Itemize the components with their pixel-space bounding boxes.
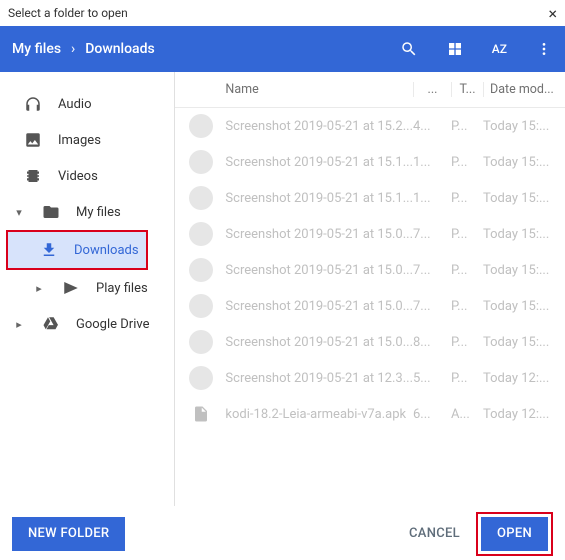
chevron-right-icon: ›: [71, 41, 75, 57]
file-row[interactable]: kodi-18.2-Leia-armeabi-v7a.apk6...A...To…: [175, 396, 565, 432]
breadcrumb-root[interactable]: My files: [12, 41, 61, 57]
headphones-icon: [24, 95, 42, 113]
thumbnail-icon: [189, 114, 213, 138]
thumbnail-icon: [189, 222, 213, 246]
more-vert-icon[interactable]: [535, 40, 553, 58]
col-size[interactable]: ...: [413, 82, 451, 97]
file-row[interactable]: Screenshot 2019-05-21 at 15.0...7...P...…: [175, 288, 565, 324]
sidebar-item-gdrive[interactable]: ▸ Google Drive: [0, 306, 174, 342]
cell-type: P...: [451, 371, 483, 386]
sidebar-item-images[interactable]: Images: [0, 122, 174, 158]
breadcrumb-current[interactable]: Downloads: [85, 41, 154, 57]
cell-size: 4...: [413, 119, 451, 134]
cell-name: kodi-18.2-Leia-armeabi-v7a.apk: [225, 407, 413, 422]
file-row[interactable]: Screenshot 2019-05-21 at 12.3...5...P...…: [175, 360, 565, 396]
sort-button[interactable]: AZ: [492, 42, 507, 56]
cell-type: P...: [451, 335, 483, 350]
video-icon: [24, 167, 42, 185]
file-row[interactable]: Screenshot 2019-05-21 at 15.1...1...P...…: [175, 144, 565, 180]
chevron-right-icon[interactable]: ▸: [12, 318, 26, 331]
thumbnail-icon: [189, 258, 213, 282]
sidebar-item-label: Videos: [58, 169, 98, 184]
cell-type: P...: [451, 155, 483, 170]
drive-icon: [42, 315, 60, 333]
sidebar-item-videos[interactable]: Videos: [0, 158, 174, 194]
sidebar-item-label: Play files: [96, 281, 148, 296]
thumbnail-icon: [189, 330, 213, 354]
col-date[interactable]: Date mod...: [483, 82, 557, 97]
cell-size: 7...: [413, 227, 451, 242]
cell-name: Screenshot 2019-05-21 at 15.1...: [225, 191, 413, 206]
sidebar-item-label: My files: [76, 205, 121, 220]
cell-type: P...: [451, 227, 483, 242]
file-row[interactable]: Screenshot 2019-05-21 at 15.0...7...P...…: [175, 252, 565, 288]
sidebar-item-label: Audio: [58, 97, 91, 112]
file-row[interactable]: Screenshot 2019-05-21 at 15.0...8...P...…: [175, 324, 565, 360]
cell-size: 7...: [413, 263, 451, 278]
cell-name: Screenshot 2019-05-21 at 12.3...: [225, 371, 413, 386]
cell-size: 6...: [413, 407, 451, 422]
close-icon[interactable]: ×: [548, 4, 557, 23]
cell-name: Screenshot 2019-05-21 at 15.2...: [225, 119, 413, 134]
grid-view-icon[interactable]: [446, 40, 464, 58]
file-icon: [189, 402, 213, 426]
cell-date: Today 12:...: [483, 371, 557, 386]
cell-date: Today 15:...: [483, 119, 557, 134]
cell-size: 1...: [413, 155, 451, 170]
cell-date: Today 15:...: [483, 335, 557, 350]
sidebar-item-label: Google Drive: [76, 317, 149, 332]
cell-name: Screenshot 2019-05-21 at 15.0...: [225, 227, 413, 242]
new-folder-button[interactable]: NEW FOLDER: [12, 517, 125, 551]
thumbnail-icon: [189, 366, 213, 390]
cell-type: A...: [451, 407, 483, 422]
cell-size: 1...: [413, 191, 451, 206]
file-row[interactable]: Screenshot 2019-05-21 at 15.2...4...P...…: [175, 108, 565, 144]
cell-name: Screenshot 2019-05-21 at 15.0...: [225, 299, 413, 314]
col-type[interactable]: T...: [451, 82, 483, 97]
breadcrumb: My files › Downloads: [12, 41, 400, 57]
sidebar-item-myfiles[interactable]: ▾ My files: [0, 194, 174, 230]
cell-date: Today 15:...: [483, 191, 557, 206]
cell-type: P...: [451, 119, 483, 134]
cell-date: Today 12:...: [483, 407, 557, 422]
image-icon: [24, 131, 42, 149]
thumbnail-icon: [189, 186, 213, 210]
cell-date: Today 15:...: [483, 227, 557, 242]
sidebar-item-downloads[interactable]: Downloads: [8, 232, 146, 268]
chevron-down-icon[interactable]: ▾: [12, 206, 26, 219]
cell-date: Today 15:...: [483, 299, 557, 314]
cell-type: P...: [451, 299, 483, 314]
thumbnail-icon: [189, 294, 213, 318]
sidebar-item-playfiles[interactable]: ▸ Play files: [0, 270, 174, 306]
thumbnail-icon: [189, 150, 213, 174]
sidebar-item-label: Images: [58, 133, 101, 148]
cell-size: 8...: [413, 335, 451, 350]
sidebar-item-audio[interactable]: Audio: [0, 86, 174, 122]
cell-name: Screenshot 2019-05-21 at 15.1...: [225, 155, 413, 170]
search-icon[interactable]: [400, 40, 418, 58]
download-icon: [40, 241, 58, 259]
file-row[interactable]: Screenshot 2019-05-21 at 15.0...7...P...…: [175, 216, 565, 252]
play-icon: [62, 279, 80, 297]
cell-name: Screenshot 2019-05-21 at 15.0...: [225, 263, 413, 278]
cell-size: 7...: [413, 299, 451, 314]
sidebar-item-label: Downloads: [74, 243, 139, 258]
cell-date: Today 15:...: [483, 155, 557, 170]
cell-size: 5...: [413, 371, 451, 386]
cell-name: Screenshot 2019-05-21 at 15.0...: [225, 335, 413, 350]
file-row[interactable]: Screenshot 2019-05-21 at 15.1...1...P...…: [175, 180, 565, 216]
column-headers: Name ... T... Date mod...: [175, 72, 565, 108]
chevron-right-icon[interactable]: ▸: [32, 282, 46, 295]
dialog-title: Select a folder to open: [8, 6, 128, 20]
cell-type: P...: [451, 263, 483, 278]
folder-icon: [42, 203, 60, 221]
cancel-button[interactable]: CANCEL: [393, 517, 476, 551]
open-button[interactable]: OPEN: [481, 517, 548, 551]
cell-date: Today 15:...: [483, 263, 557, 278]
cell-type: P...: [451, 191, 483, 206]
col-name[interactable]: Name: [189, 82, 413, 97]
